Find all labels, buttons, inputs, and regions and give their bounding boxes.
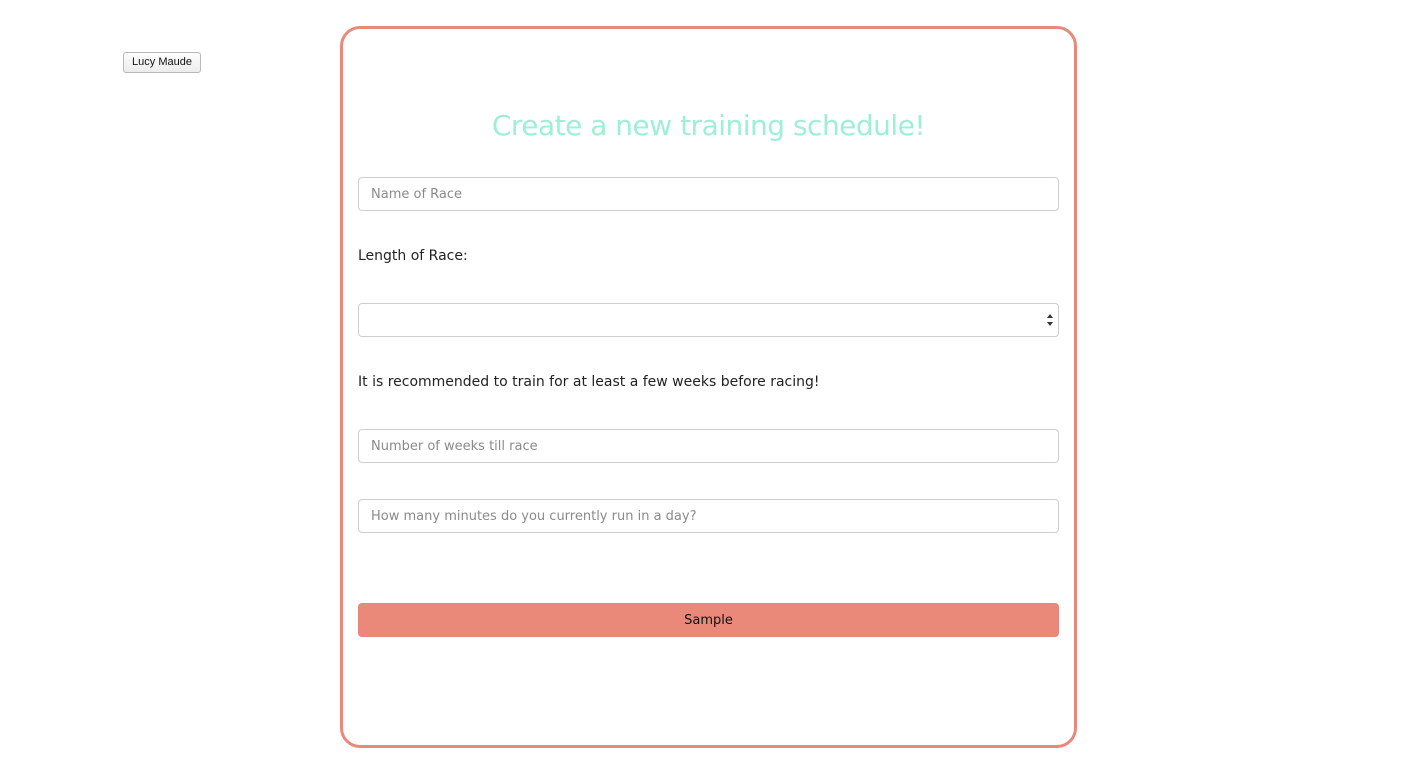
training-recommendation-text: It is recommended to train for at least … <box>358 374 820 390</box>
chevron-up-down-icon <box>1046 311 1054 329</box>
daily-minutes-input[interactable] <box>358 499 1059 533</box>
race-length-label: Length of Race: <box>358 248 468 264</box>
sample-button[interactable]: Sample <box>358 603 1059 637</box>
user-button[interactable]: Lucy Maude <box>123 52 201 73</box>
page-title: Create a new training schedule! <box>491 109 926 142</box>
race-name-input[interactable] <box>358 177 1059 211</box>
race-length-select[interactable] <box>358 303 1059 337</box>
weeks-till-race-input[interactable] <box>358 429 1059 463</box>
schedule-form-card: Create a new training schedule! Length o… <box>340 26 1077 748</box>
